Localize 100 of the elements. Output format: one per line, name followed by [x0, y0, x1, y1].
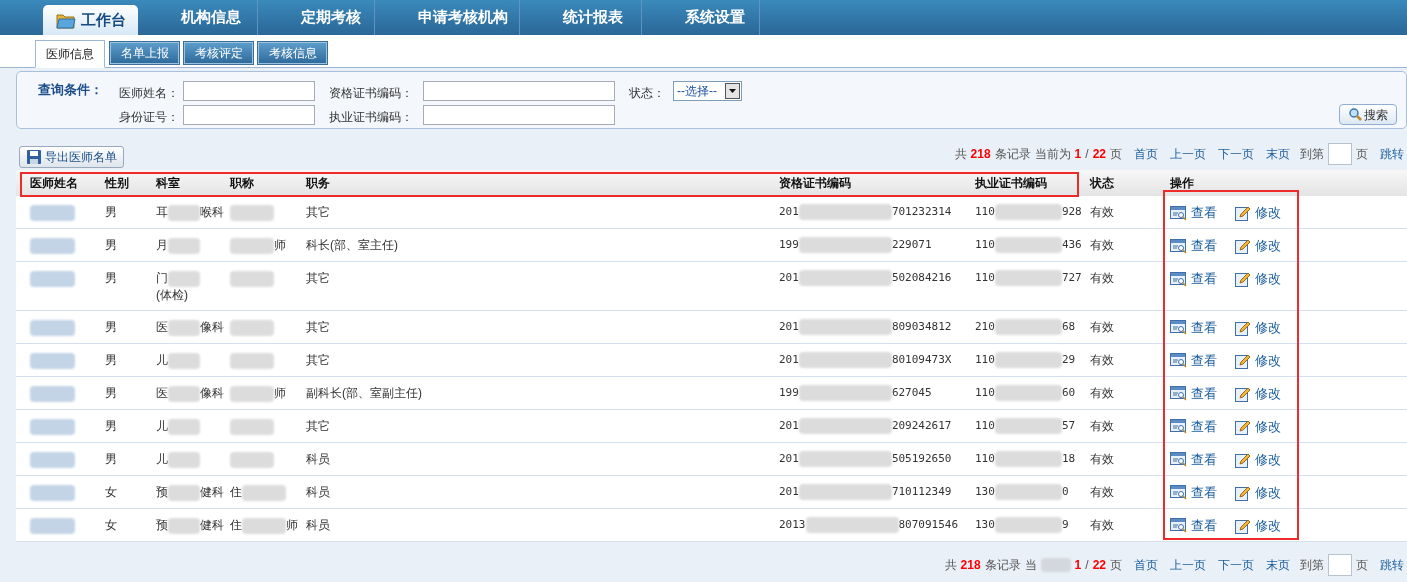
table-cell: 199 — [779, 237, 799, 253]
field-label: 状态： — [629, 85, 665, 102]
sub-tab[interactable]: 考核评定 — [184, 42, 253, 64]
column-header: 执业证书编码 — [975, 170, 1090, 196]
pager-text: 条记录 — [994, 146, 1031, 163]
pager-link[interactable]: 下一页 — [1218, 555, 1254, 574]
edit-link[interactable]: 修改 — [1235, 418, 1281, 435]
edit-link[interactable]: 修改 — [1235, 319, 1281, 336]
table-cell: 0 — [1061, 483, 1069, 500]
nav-tab[interactable]: 定期考核 — [301, 6, 361, 29]
pager-link[interactable]: 末页 — [1266, 555, 1290, 574]
edit-link[interactable]: 修改 — [1235, 385, 1281, 402]
edit-link[interactable]: 修改 — [1235, 451, 1281, 468]
redaction-mask — [30, 451, 75, 468]
table-cell: 229071 — [891, 237, 932, 253]
view-link[interactable]: 查看 — [1170, 385, 1217, 402]
view-link[interactable]: 查看 — [1170, 517, 1217, 534]
edit-link[interactable]: 修改 — [1235, 271, 1281, 287]
nav-tab[interactable]: 工作台 — [43, 5, 138, 35]
pager-text: 共 — [954, 146, 967, 163]
nav-tab[interactable]: 统计报表 — [563, 6, 623, 29]
edit-icon — [1235, 205, 1251, 221]
table-cell: 男 — [105, 451, 117, 466]
redaction-mask — [168, 204, 200, 221]
input-field[interactable] — [423, 105, 615, 125]
table-cell: 有效 — [1090, 517, 1114, 532]
edit-icon — [1235, 418, 1251, 435]
pager-number: 22 — [1092, 146, 1106, 163]
table-cell: 201 — [779, 318, 799, 335]
page-number-field[interactable] — [1328, 143, 1352, 165]
edit-link[interactable]: 修改 — [1235, 205, 1281, 221]
pager-text: 页 — [1356, 146, 1368, 163]
nav-tab[interactable]: 申请考核机构 — [418, 6, 508, 29]
pager-link[interactable]: 末页 — [1266, 145, 1290, 163]
pager-link[interactable]: 上一页 — [1170, 555, 1206, 574]
redaction-mask — [994, 384, 1062, 401]
redaction-mask — [30, 270, 75, 287]
redaction-mask — [30, 204, 75, 221]
redaction-mask — [994, 270, 1062, 286]
nav-tab[interactable]: 机构信息 — [181, 6, 241, 29]
page-number-field[interactable] — [1328, 553, 1352, 576]
table-cell: (体检) — [156, 286, 188, 303]
view-link[interactable]: 查看 — [1170, 271, 1217, 287]
field-label: 医师姓名： — [119, 85, 179, 102]
sub-tab[interactable]: 医师信息 — [35, 40, 105, 68]
edit-link[interactable]: 修改 — [1235, 238, 1281, 254]
pager-link[interactable]: 首页 — [1134, 145, 1158, 163]
edit-link[interactable]: 修改 — [1235, 517, 1281, 534]
nav-tab[interactable]: 系统设置 — [685, 6, 745, 29]
document-search-icon — [1170, 320, 1187, 336]
table-cell: 110 — [975, 204, 995, 220]
document-search-icon — [1170, 205, 1187, 221]
table-cell: 807091546 — [898, 516, 959, 533]
sub-tab[interactable]: 考核信息 — [258, 42, 327, 64]
table-cell: 有效 — [1090, 484, 1114, 499]
pager-link[interactable]: 下一页 — [1218, 145, 1254, 163]
redaction-mask — [994, 483, 1062, 500]
view-link[interactable]: 查看 — [1170, 418, 1217, 435]
table-cell: 130 — [975, 516, 995, 533]
input-field[interactable] — [183, 105, 315, 125]
edit-link[interactable]: 修改 — [1235, 352, 1281, 369]
edit-icon — [1235, 484, 1251, 501]
view-link[interactable]: 查看 — [1170, 352, 1217, 369]
view-link[interactable]: 查看 — [1170, 238, 1217, 254]
table-cell: 9 — [1061, 516, 1069, 533]
pager-link[interactable]: 上一页 — [1170, 145, 1206, 163]
view-link[interactable]: 查看 — [1170, 319, 1217, 336]
view-link[interactable]: 查看 — [1170, 484, 1217, 501]
redaction-mask — [230, 385, 274, 402]
table-cell: 436 — [1061, 237, 1082, 253]
column-header: 职务 — [306, 170, 779, 196]
view-link[interactable]: 查看 — [1170, 205, 1217, 221]
table-cell: 儿 — [156, 417, 168, 434]
status-dropdown[interactable]: --选择-- — [673, 81, 742, 101]
input-field[interactable] — [423, 81, 615, 101]
table-cell: 2013 — [779, 516, 806, 533]
redaction-mask — [168, 237, 200, 254]
table-cell: 有效 — [1090, 451, 1114, 466]
table-cell: 男 — [105, 319, 117, 334]
edit-link[interactable]: 修改 — [1235, 484, 1281, 501]
view-link[interactable]: 查看 — [1170, 451, 1217, 468]
table-cell: 师 — [274, 384, 286, 401]
pager-link[interactable]: 首页 — [1134, 555, 1158, 574]
table-cell: 预 — [156, 516, 168, 533]
document-search-icon — [1170, 452, 1187, 468]
input-field[interactable] — [183, 81, 315, 101]
document-search-icon — [1170, 419, 1187, 435]
document-search-icon — [1170, 238, 1187, 254]
table-cell: 627045 — [891, 384, 932, 401]
pager-link[interactable]: 跳转 — [1380, 145, 1404, 163]
export-button[interactable]: 导出医师名单 — [19, 146, 124, 168]
column-header: 操作 — [1170, 170, 1407, 196]
table-cell: 儿 — [156, 450, 168, 467]
sub-tab[interactable]: 名单上报 — [110, 42, 179, 64]
search-button[interactable]: 搜索 — [1339, 104, 1397, 125]
pager-link[interactable]: 跳转 — [1380, 555, 1404, 574]
pager-text: 页 — [1110, 556, 1122, 574]
table-cell: 其它 — [306, 205, 330, 219]
redaction-mask — [1040, 557, 1071, 572]
pager-number: 1 — [1074, 146, 1082, 163]
